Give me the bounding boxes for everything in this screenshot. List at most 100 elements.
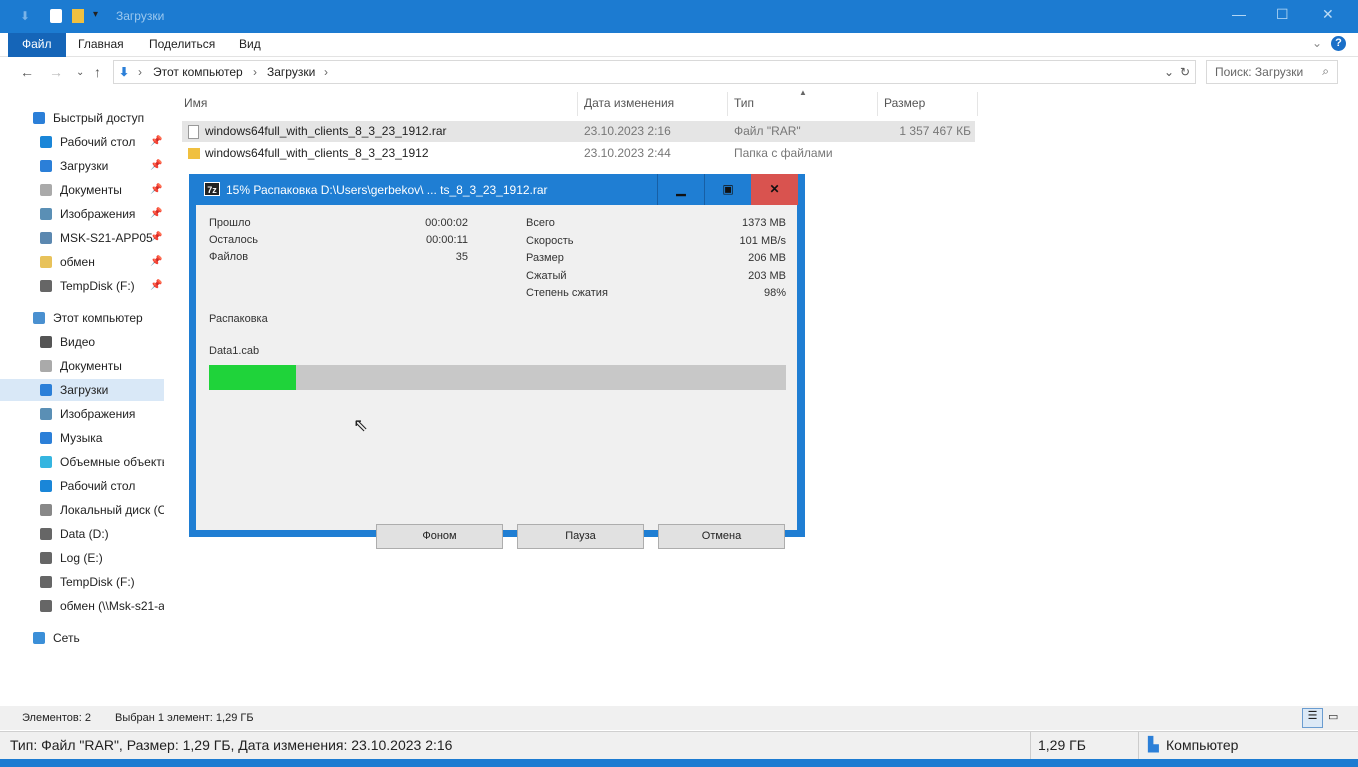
sidebar-item[interactable]: Изображения (0, 403, 164, 425)
computer-icon: ▙ (1148, 736, 1159, 752)
file-size: 1 357 467 КБ (899, 124, 971, 138)
breadcrumb-downloads[interactable]: Загрузки (267, 65, 315, 79)
sidebar-item-label: Этот компьютер (53, 311, 143, 325)
background-button[interactable]: Фоном (376, 524, 503, 549)
file-name: windows64full_with_clients_8_3_23_1912.r… (205, 124, 447, 138)
sidebar-item-label: Локальный диск (C:) (60, 503, 164, 517)
sidebar-item[interactable]: Объемные объекты (0, 451, 164, 473)
progress-fill (209, 365, 296, 390)
sidebar-item-label: обмен (60, 255, 95, 269)
sidebar-item[interactable]: TempDisk (F:) (0, 571, 164, 593)
pin-icon: 📌 (150, 136, 163, 147)
sidebar-item-label: TempDisk (F:) (60, 279, 135, 293)
sidebar-item[interactable]: Log (E:) (0, 547, 164, 569)
sidebar-item-label: Музыка (60, 431, 103, 445)
sidebar-item[interactable]: Этот компьютер (0, 307, 164, 329)
dialog-minimize-button[interactable]: ▁ (657, 174, 704, 205)
sidebar-item[interactable]: Изображения 📌 (0, 203, 164, 225)
stat-label: Размер (526, 252, 564, 264)
minimize-button[interactable]: — (1232, 6, 1246, 22)
sidebar-item-label: Изображения (60, 207, 136, 221)
sidebar-item-label: Рабочий стол (60, 479, 136, 493)
refresh-icon[interactable]: ↻ (1180, 65, 1190, 79)
sidebar-item[interactable]: Загрузки (0, 379, 164, 401)
divider (1138, 732, 1139, 759)
sidebar-item[interactable]: обмен 📌 (0, 251, 164, 273)
sidebar-item[interactable]: Локальный диск (C:) (0, 499, 164, 521)
address-bar[interactable]: ⬇ › Этот компьютер › Загрузки › ⌄ ↻ (113, 60, 1196, 84)
sidebar-item-icon (40, 480, 52, 492)
sidebar-item-icon (40, 336, 52, 348)
sidebar-item-icon (33, 312, 45, 324)
chevron-right-icon: › (324, 65, 328, 79)
recent-dropdown[interactable]: ⌄ (76, 67, 84, 78)
help-icon[interactable]: ? (1331, 36, 1346, 51)
sidebar-item[interactable]: Рабочий стол 📌 (0, 131, 164, 153)
file-date: 23.10.2023 2:16 (584, 124, 671, 138)
sidebar-item[interactable]: Музыка (0, 427, 164, 449)
breadcrumb-this-pc[interactable]: Этот компьютер (153, 65, 243, 79)
window-title: Загрузки (116, 9, 165, 23)
column-date[interactable]: Дата изменения (578, 92, 728, 116)
sidebar-item-icon (40, 576, 52, 588)
up-button[interactable]: ↑ (94, 64, 101, 80)
selection-details: Тип: Файл "RAR", Размер: 1,29 ГБ, Дата и… (10, 737, 453, 753)
pause-button[interactable]: Пауза (517, 524, 644, 549)
sidebar-item-icon (33, 632, 45, 644)
location: Компьютер (1166, 737, 1239, 753)
sidebar-item[interactable]: Сеть (0, 627, 164, 649)
column-name[interactable]: Имя (178, 92, 578, 116)
sidebar-item[interactable]: Быстрый доступ (0, 107, 164, 129)
pin-icon: 📌 (150, 280, 163, 291)
forward-button[interactable]: → (49, 64, 63, 80)
new-folder-icon[interactable] (72, 9, 84, 23)
tab-home[interactable]: Главная (64, 33, 138, 57)
sidebar-item[interactable]: Документы (0, 355, 164, 377)
stat-label: Файлов (209, 251, 249, 263)
dialog-maximize-button[interactable]: ▣ (704, 174, 751, 205)
sidebar-item-label: Видео (60, 335, 96, 349)
address-dropdown-icon[interactable]: ⌄ (1164, 65, 1174, 79)
close-button[interactable]: ✕ (1322, 6, 1334, 23)
sidebar-item[interactable]: Data (D:) (0, 523, 164, 545)
sidebar-item[interactable]: Видео (0, 331, 164, 353)
stat-value: 00:00:11 (425, 234, 468, 246)
sidebar-item-icon (40, 136, 52, 148)
column-size[interactable]: Размер (878, 92, 978, 116)
file-type: Папка с файлами (734, 146, 833, 160)
tab-view[interactable]: Вид (225, 33, 275, 57)
progress-bar (209, 365, 786, 390)
file-row[interactable]: windows64full_with_clients_8_3_23_1912.r… (182, 121, 975, 142)
sidebar-item[interactable]: Документы 📌 (0, 179, 164, 201)
large-icons-view-button[interactable]: ▭ (1328, 710, 1338, 723)
sidebar-item[interactable]: TempDisk (F:) 📌 (0, 275, 164, 297)
tab-share[interactable]: Поделиться (135, 33, 229, 57)
sidebar-item-icon (40, 184, 52, 196)
dialog-close-button[interactable]: ✕ (751, 174, 798, 205)
pin-icon: 📌 (150, 184, 163, 195)
mouse-cursor-icon: ⇖ (353, 415, 369, 435)
sidebar-item-icon (40, 256, 52, 268)
expand-ribbon-icon[interactable]: ⌄ (1312, 36, 1322, 50)
file-row[interactable]: windows64full_with_clients_8_3_23_1912 2… (182, 143, 975, 164)
sidebar-item-label: Документы (60, 359, 122, 373)
search-icon: ⌕ (1322, 64, 1329, 78)
search-input[interactable]: Поиск: Загрузки ⌕ (1206, 60, 1338, 84)
dialog-title: 15% Распаковка D:\Users\gerbekov\ ... ts… (226, 183, 548, 197)
cancel-button[interactable]: Отмена (658, 524, 785, 549)
operation-label: Распаковка (209, 313, 268, 325)
tab-file[interactable]: Файл (8, 33, 66, 57)
properties-icon[interactable] (50, 9, 62, 23)
chevron-right-icon: › (253, 65, 257, 79)
sidebar-item[interactable]: Рабочий стол (0, 475, 164, 497)
quick-access-dropdown-icon[interactable]: ▾ (93, 9, 105, 23)
back-button[interactable]: ← (20, 64, 34, 80)
sort-ascending-icon: ▲ (799, 88, 807, 97)
sidebar-item[interactable]: обмен (\\Msk-s21-app05) (0, 595, 164, 617)
details-view-button[interactable]: ☰ (1302, 708, 1323, 728)
sidebar-item[interactable]: MSK-S21-APP05 📌 (0, 227, 164, 249)
sidebar-item-label: обмен (\\Msk-s21-app05) (60, 599, 164, 613)
maximize-button[interactable]: ☐ (1276, 6, 1289, 23)
sidebar-item[interactable]: Загрузки 📌 (0, 155, 164, 177)
current-file: Data1.cab (209, 345, 260, 357)
